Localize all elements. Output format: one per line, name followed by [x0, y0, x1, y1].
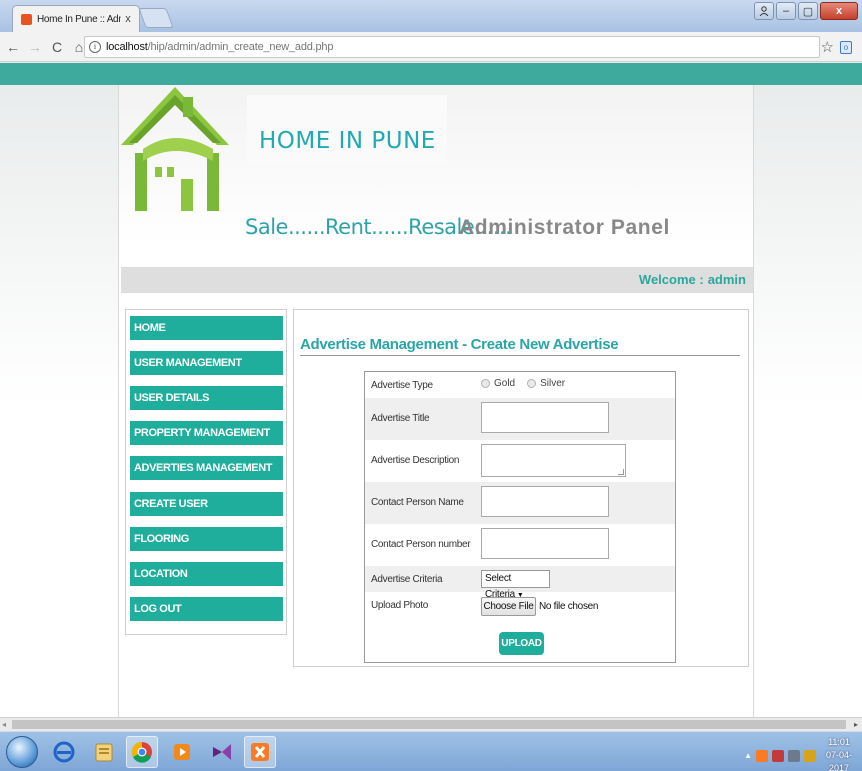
extension-icon[interactable]: o: [840, 41, 852, 54]
xampp-favicon-icon: [21, 13, 32, 25]
welcome-bar: Welcome : admin: [121, 267, 753, 293]
row-contact-person-name: Contact Person Name: [365, 482, 675, 524]
reload-icon[interactable]: C: [48, 39, 66, 55]
internet-explorer-icon[interactable]: [48, 736, 80, 768]
chrome-icon[interactable]: [126, 736, 158, 768]
advertise-type-options: Gold Silver: [481, 378, 577, 389]
sidebar-item-adverties-management[interactable]: ADVERTIES MANAGEMENT: [130, 456, 283, 480]
panel-label: Administrator Panel: [459, 216, 670, 239]
advertise-criteria-label: Advertise Criteria: [371, 574, 443, 585]
window-controls: – ▢ x: [754, 2, 858, 20]
sidebar-item-user-management[interactable]: USER MANAGEMENT: [130, 351, 283, 375]
upload-button[interactable]: UPLOAD: [499, 632, 544, 655]
taskbar-clock[interactable]: 11:01 07-04-2017: [820, 736, 858, 771]
site-brand: HOME IN PUNE: [259, 128, 436, 154]
sidebar-item-home[interactable]: HOME: [130, 316, 283, 340]
sidebar-item-flooring[interactable]: FLOORING: [130, 527, 283, 551]
advertise-title-input[interactable]: [481, 402, 609, 433]
radio-gold-label: Gold: [494, 378, 516, 389]
page-title: Advertise Management - Create New Advert…: [300, 336, 740, 356]
new-tab-button[interactable]: [138, 8, 174, 28]
radio-gold[interactable]: Gold: [481, 378, 515, 389]
minimize-button[interactable]: –: [776, 2, 796, 20]
page-viewport: HOME IN PUNE Sale......Rent......Resale.…: [0, 63, 862, 717]
maximize-button[interactable]: ▢: [798, 2, 818, 20]
window-titlebar: Home In Pune :: Administ x – ▢ x: [0, 0, 862, 32]
file-explorer-icon[interactable]: [88, 736, 120, 768]
contact-person-number-label: Contact Person number: [371, 539, 471, 550]
row-advertise-type: Advertise Type Gold Silver: [365, 372, 675, 398]
contact-person-name-input[interactable]: [481, 486, 609, 517]
row-contact-person-number: Contact Person number: [365, 524, 675, 566]
admin-sidebar: HOME USER MANAGEMENT USER DETAILS PROPER…: [125, 309, 287, 635]
pdf-tray-icon[interactable]: [772, 749, 784, 762]
horizontal-scrollbar[interactable]: ◂ ▸: [0, 717, 862, 731]
address-bar[interactable]: i localhost/hip/admin/admin_create_new_a…: [84, 36, 820, 58]
bookmark-star-icon[interactable]: ☆: [821, 38, 834, 56]
house-logo-icon: [121, 87, 229, 211]
welcome-user: admin: [707, 272, 746, 287]
radio-silver[interactable]: Silver: [527, 378, 565, 389]
sidebar-item-property-management[interactable]: PROPERTY MANAGEMENT: [130, 421, 283, 445]
visual-studio-icon[interactable]: [206, 736, 238, 768]
start-button-icon[interactable]: [6, 736, 38, 768]
contact-person-number-input[interactable]: [481, 528, 609, 559]
sidebar-item-location[interactable]: LOCATION: [130, 562, 283, 586]
upload-photo-label: Upload Photo: [371, 600, 429, 611]
radio-silver-dot[interactable]: [527, 379, 537, 388]
flag-tray-icon[interactable]: [804, 749, 816, 762]
battery-tray-icon[interactable]: [788, 749, 800, 762]
top-color-band: [0, 63, 862, 85]
advertise-description-label: Advertise Description: [371, 455, 460, 466]
row-advertise-description: Advertise Description: [365, 440, 675, 482]
welcome-label: Welcome :: [638, 272, 704, 287]
advertise-description-textarea[interactable]: [481, 444, 626, 477]
back-icon[interactable]: ←: [4, 39, 22, 55]
resize-grip-icon[interactable]: [618, 469, 624, 475]
sidebar-item-create-user[interactable]: CREATE USER: [130, 492, 283, 516]
tray-expand-icon[interactable]: ▲: [744, 751, 752, 760]
system-tray: ▲ 11:01 07-04-2017: [744, 736, 858, 771]
close-button[interactable]: x: [820, 2, 858, 20]
scroll-left-arrow-icon[interactable]: ◂: [2, 720, 6, 729]
contact-person-name-label: Contact Person Name: [371, 497, 464, 508]
scroll-right-arrow-icon[interactable]: ▸: [854, 720, 858, 729]
xampp-icon[interactable]: [244, 736, 276, 768]
tab-close-icon[interactable]: x: [121, 13, 135, 25]
main-content: Advertise Management - Create New Advert…: [293, 309, 749, 667]
page-container: HOME IN PUNE Sale......Rent......Resale.…: [118, 85, 754, 717]
browser-tab[interactable]: Home In Pune :: Administ x: [12, 5, 140, 32]
row-advertise-title: Advertise Title: [365, 398, 675, 440]
sidebar-item-log-out[interactable]: LOG OUT: [130, 597, 283, 621]
windows-taskbar: ▲ 11:01 07-04-2017: [0, 731, 862, 771]
media-player-icon[interactable]: [166, 736, 198, 768]
row-upload-photo: Upload Photo Choose File No file chosen: [365, 592, 675, 626]
file-status-text: No file chosen: [539, 601, 599, 612]
advertise-title-label: Advertise Title: [371, 413, 430, 424]
site-header: HOME IN PUNE Sale......Rent......Resale.…: [119, 85, 753, 245]
advertise-form: Advertise Type Gold Silver Advertise Tit…: [364, 371, 676, 663]
row-advertise-criteria: Advertise Criteria Select Criteria ▼: [365, 566, 675, 600]
url-path: /hip/admin/admin_create_new_add.php: [147, 41, 334, 53]
xampp-tray-icon[interactable]: [756, 749, 768, 762]
scrollbar-thumb[interactable]: [12, 720, 846, 729]
clock-date: 07-04-2017: [825, 750, 852, 771]
tab-title: Home In Pune :: Administ: [37, 13, 121, 25]
advertise-criteria-select[interactable]: Select Criteria ▼: [481, 570, 550, 600]
radio-silver-label: Silver: [540, 378, 566, 389]
forward-icon[interactable]: →: [26, 39, 44, 55]
choose-file-button[interactable]: Choose File: [481, 597, 536, 616]
clock-time: 11:01: [828, 737, 850, 747]
user-icon: [759, 6, 769, 16]
url-host: localhost: [106, 41, 148, 53]
sidebar-item-user-details[interactable]: USER DETAILS: [130, 386, 283, 410]
info-icon[interactable]: i: [89, 41, 101, 53]
advertise-type-label: Advertise Type: [371, 380, 433, 391]
user-profile-button[interactable]: [754, 2, 774, 20]
browser-menu-icon[interactable]: ⋮: [856, 37, 862, 54]
browser-toolbar: ← → C ⌂ i localhost/hip/admin/admin_crea…: [0, 32, 862, 62]
url-text: localhost/hip/admin/admin_create_new_add…: [106, 41, 333, 53]
radio-gold-dot[interactable]: [481, 379, 490, 388]
